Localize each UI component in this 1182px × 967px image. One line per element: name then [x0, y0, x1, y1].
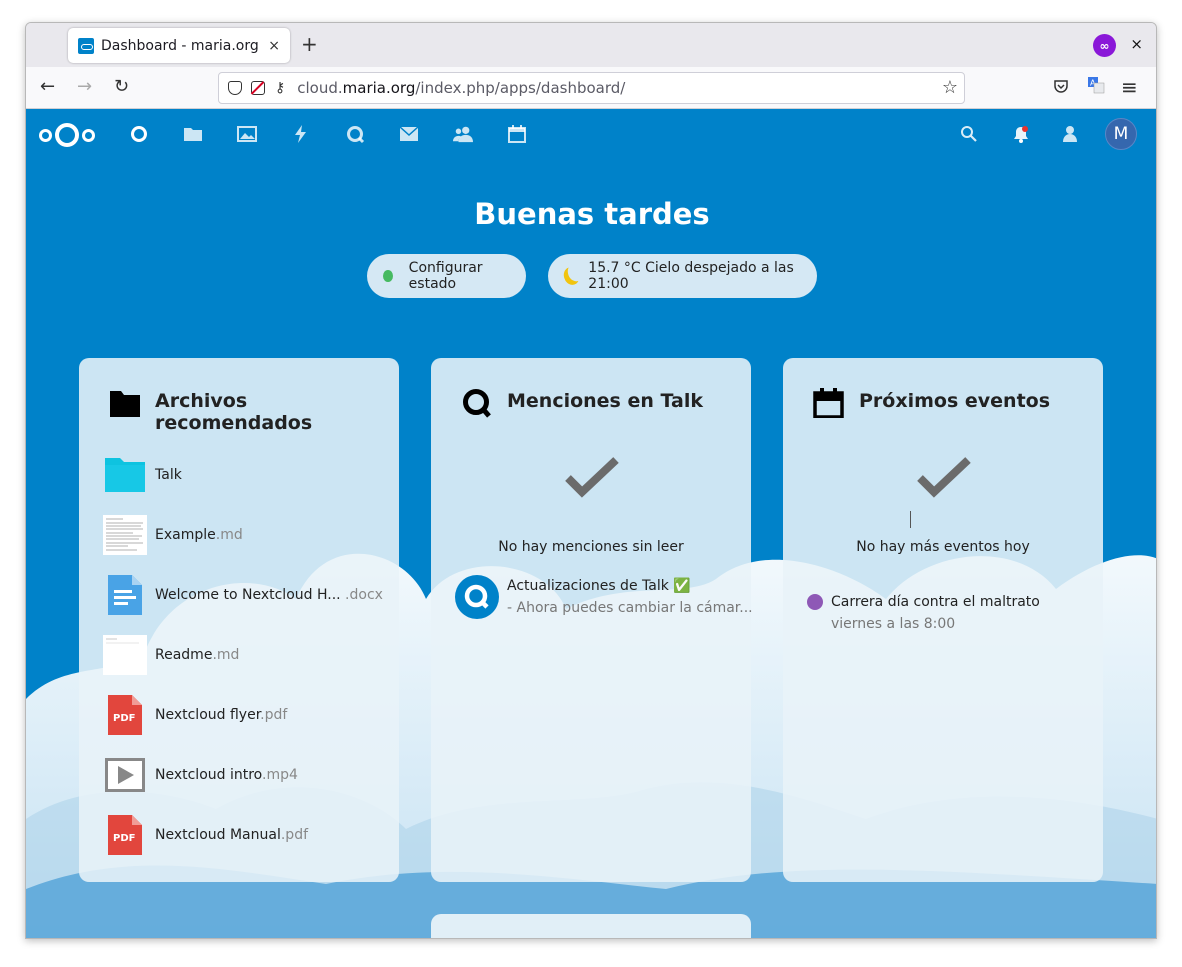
talk-conversation-item[interactable]: Actualizaciones de Talk ✅ - Ahora puedes… — [455, 575, 753, 621]
panel-title: Menciones en Talk — [507, 390, 703, 412]
insecure-lock-icon[interactable] — [251, 81, 265, 95]
search-icon[interactable] — [959, 124, 979, 144]
event-title: Carrera día contra el maltrato — [831, 594, 1040, 610]
file-name: Welcome to Nextcloud H... .docx — [155, 587, 383, 603]
tab-strip: Dashboard - maria.org × + ∞ × — [26, 23, 1156, 67]
upcoming-events-panel: Próximos eventos No hay más eventos hoy … — [783, 358, 1103, 882]
weather-status-button[interactable]: 15.7 °C Cielo despejado a las 21:00 — [548, 254, 817, 298]
file-item[interactable]: PDF Nextcloud Manual.pdf — [103, 815, 383, 855]
file-item[interactable]: Talk — [103, 455, 383, 495]
panel-title: Archivos recomendados — [155, 390, 313, 434]
user-avatar[interactable]: M — [1105, 118, 1137, 150]
notifications-bell-icon[interactable] — [1011, 124, 1031, 144]
back-button[interactable]: ← — [40, 77, 55, 97]
nextcloud-favicon-icon — [78, 37, 94, 54]
text-cursor — [910, 511, 911, 528]
navigation-bar: ← → ↻ ⚷ cloud.maria.org/index.php/apps/d… — [26, 67, 1156, 109]
event-time: viernes a las 8:00 — [831, 616, 956, 632]
file-name: Example.md — [155, 527, 243, 543]
url-path: /index.php/apps/dashboard/ — [415, 79, 626, 97]
reload-button[interactable]: ↻ — [114, 77, 129, 97]
tab-title: Dashboard - maria.org — [101, 37, 259, 54]
recommended-files-panel: Archivos recomendados Talk Example.md We… — [79, 358, 399, 882]
panel-title: Próximos eventos — [859, 390, 1051, 412]
empty-message: No hay menciones sin leer — [498, 539, 684, 555]
url-prefix: cloud. — [297, 79, 343, 97]
svg-text:PDF: PDF — [113, 713, 135, 724]
file-item[interactable]: Readme.md — [103, 635, 383, 675]
talk-mentions-panel: Menciones en Talk No hay menciones sin l… — [431, 358, 753, 882]
file-item[interactable]: Example.md — [103, 515, 383, 555]
window-close-button[interactable]: × — [1130, 35, 1143, 53]
nextcloud-page: M Buenas tardes Configurar estado 15.7 °… — [26, 109, 1156, 938]
file-name: Nextcloud intro.mp4 — [155, 767, 298, 783]
contacts-menu-icon[interactable] — [1059, 124, 1079, 144]
nextcloud-logo-icon[interactable] — [39, 123, 101, 147]
svg-text:PDF: PDF — [113, 833, 135, 844]
talk-icon[interactable] — [345, 124, 365, 144]
dashboard-icon[interactable] — [129, 124, 149, 144]
talk-icon — [463, 389, 491, 418]
url-text[interactable]: cloud.maria.org/index.php/apps/dashboard… — [297, 79, 625, 97]
blank-document-icon — [103, 635, 147, 675]
bookmark-star-icon[interactable]: ☆ — [942, 77, 958, 98]
greeting-title: Buenas tardes — [474, 197, 710, 231]
conversation-title: Actualizaciones de Talk ✅ — [507, 578, 691, 594]
weather-label: 15.7 °C Cielo despejado a las 21:00 — [588, 260, 794, 292]
folder-icon — [103, 455, 147, 495]
calendar-icon[interactable] — [507, 124, 527, 144]
pdf-icon: PDF — [103, 695, 147, 735]
document-thumbnail-icon — [103, 515, 147, 555]
set-status-button[interactable]: Configurar estado — [367, 254, 526, 298]
close-tab-icon[interactable]: × — [268, 38, 280, 54]
browser-window: Dashboard - maria.org × + ∞ × ← → ↻ ⚷ cl… — [25, 22, 1157, 939]
conversation-subtitle: - Ahora puedes cambiar la cámar... — [507, 600, 753, 616]
nextcloud-header: M — [26, 109, 1156, 159]
activity-icon[interactable] — [291, 124, 311, 144]
key-icon[interactable]: ⚷ — [275, 80, 285, 96]
url-domain: maria.org — [342, 79, 416, 97]
pdf-icon: PDF — [103, 815, 147, 855]
folder-icon — [110, 391, 140, 417]
contacts-icon[interactable] — [453, 124, 473, 144]
calendar-icon — [813, 388, 844, 418]
translate-icon[interactable]: A — [1087, 76, 1105, 98]
files-icon[interactable] — [183, 124, 203, 144]
mail-icon[interactable] — [399, 124, 419, 144]
tracking-protection-icon[interactable] — [228, 81, 242, 95]
file-name: Talk — [155, 467, 182, 483]
talk-avatar-icon — [455, 575, 499, 619]
file-name: Nextcloud Manual.pdf — [155, 827, 309, 843]
tab-dashboard[interactable]: Dashboard - maria.org × — [68, 28, 290, 63]
pocket-icon[interactable] — [1053, 78, 1069, 98]
text-document-icon — [103, 575, 147, 615]
forward-button[interactable]: → — [77, 77, 92, 97]
url-bar[interactable]: ⚷ cloud.maria.org/index.php/apps/dashboa… — [218, 72, 965, 104]
event-calendar-dot-icon — [807, 594, 823, 610]
empty-message: No hay más eventos hoy — [856, 539, 1030, 555]
file-item[interactable]: Welcome to Nextcloud H... .docx — [103, 575, 383, 615]
moon-icon — [561, 265, 582, 287]
photos-icon[interactable] — [237, 124, 257, 144]
online-status-icon — [383, 270, 393, 282]
set-status-label: Configurar estado — [408, 260, 483, 292]
file-name: Readme.md — [155, 647, 240, 663]
menu-button[interactable]: ≡ — [1121, 77, 1138, 97]
file-item[interactable]: PDF Nextcloud flyer.pdf — [103, 695, 383, 735]
video-icon — [103, 755, 147, 795]
checkmark-icon — [917, 457, 971, 498]
file-name: Nextcloud flyer.pdf — [155, 707, 288, 723]
private-browsing-mask-icon[interactable]: ∞ — [1093, 34, 1116, 57]
file-item[interactable]: Nextcloud intro.mp4 — [103, 755, 383, 795]
additional-widget-panel — [431, 914, 751, 938]
event-item[interactable]: Carrera día contra el maltrato viernes a… — [807, 592, 1087, 638]
new-tab-button[interactable]: + — [301, 34, 318, 54]
checkmark-icon — [565, 457, 619, 498]
